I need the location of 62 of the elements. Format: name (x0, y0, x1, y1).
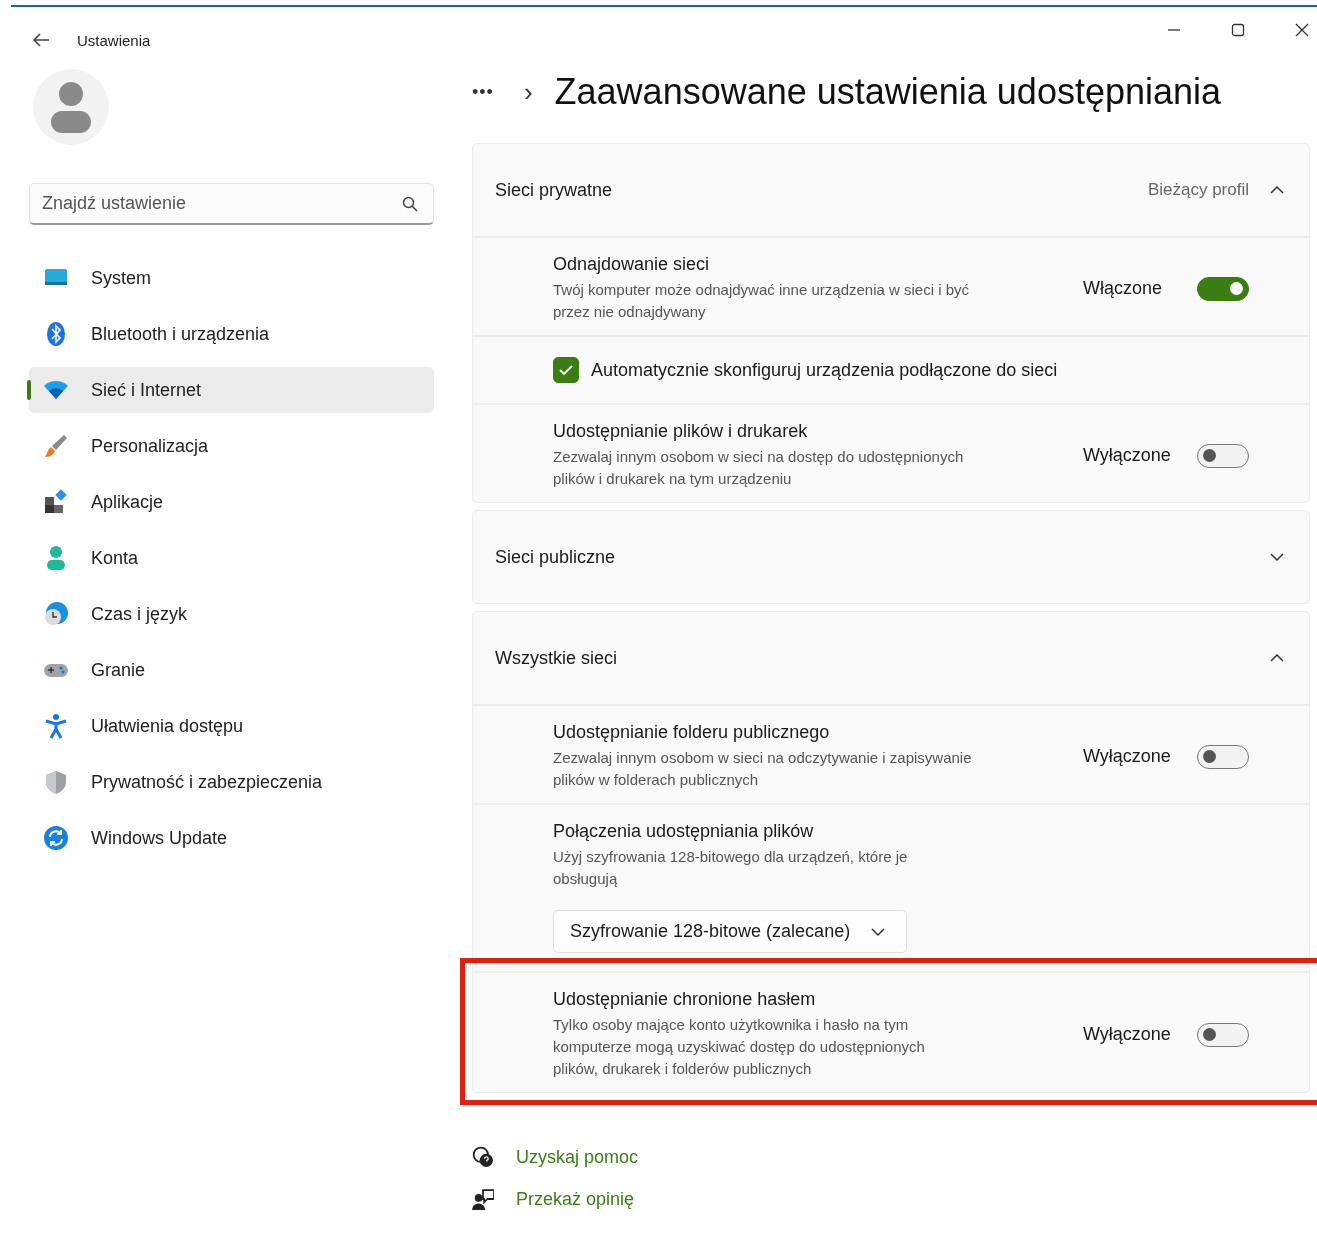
link[interactable]: Uzyskaj pomoc (516, 1146, 639, 1168)
person-icon (51, 81, 91, 133)
chevron-down-icon[interactable] (1269, 552, 1285, 562)
page-title: Zaawansowane ustawienia udostępniania (554, 71, 1222, 113)
state-label: Wyłączone (1083, 746, 1172, 767)
profile-label: Bieżący profil (1147, 180, 1249, 200)
caret-icon[interactable] (870, 926, 887, 937)
feedback-icon (472, 1188, 494, 1210)
section-header[interactable]: Sieci prywatne Bieżący profil (473, 144, 1309, 236)
setting-description: Zezwalaj innym osobom w sieci na dostęp do udostępnionych plików i drukarek na tym urządzeniu (553, 447, 965, 489)
sync-icon (43, 825, 69, 851)
sidebar-item[interactable]: Ułatwienia dostępu (29, 703, 434, 749)
setting-title: Udostępnianie folderu publicznego (553, 722, 831, 743)
apps-icon (43, 489, 69, 515)
toggle-switch[interactable] (1197, 744, 1249, 769)
setting-description: Twój komputer może odnajdywać inne urządzenia w sieci i być przez nie odnajdywany (553, 280, 971, 322)
setting-description: Zezwalaj innym osobom w sieci na odczytywanie i zapisywanie plików w folderach publicznych (553, 748, 973, 790)
search-icon (402, 196, 418, 212)
sidebar-item[interactable]: Konta (29, 535, 434, 581)
selection-indicator (27, 380, 31, 400)
search-field[interactable]: Znajdź ustawienie (29, 183, 434, 225)
checkbox[interactable] (553, 357, 579, 383)
sidebar-item[interactable]: Personalizacja (29, 423, 434, 469)
checkbox-label: Automatycznie skonfiguruj urządzenia podłączone do sieci (591, 359, 1058, 381)
setting-title: Udostępnianie chronione hasłem (553, 989, 817, 1010)
state-label: Włączone (1083, 278, 1164, 299)
setting-title: Udostępnianie plików i drukarek (553, 421, 809, 442)
state-label: Wyłączone (1083, 445, 1172, 466)
sidebar-item[interactable]: System (29, 255, 434, 301)
toggle-switch[interactable] (1197, 276, 1249, 301)
shield-icon (43, 769, 69, 795)
breadcrumb-more[interactable]: ••• (472, 81, 494, 103)
chevron-up-icon[interactable] (1269, 185, 1285, 195)
sidebar-item[interactable]: Czas i język (29, 591, 434, 637)
globe-clock-icon (43, 601, 69, 627)
setting-description: Tylko osoby mające konto użytkownika i hasło na tym komputerze mogą uzyskiwać dostęp do udostępnionych plików, drukarek i folderów publicznych (553, 1015, 926, 1079)
help-icon (472, 1146, 494, 1168)
back-arrow-icon[interactable] (31, 32, 51, 48)
section-header[interactable]: Sieci publiczne (473, 511, 1309, 603)
window-title: Ustawienia (77, 31, 151, 49)
sidebar-item[interactable]: Sieć i Internet (29, 367, 434, 413)
state-label: Wyłączone (1083, 1024, 1172, 1045)
sidebar-item[interactable]: Bluetooth i urządzenia (29, 311, 434, 357)
sidebar-item[interactable]: Granie (29, 647, 434, 693)
setting-title: Połączenia udostępniania plików (553, 821, 815, 842)
toggle-switch[interactable] (1197, 443, 1249, 468)
setting-description: Użyj szyfrowania 128-bitowego dla urządzeń, które je obsługują (553, 847, 909, 889)
toggle-switch[interactable] (1197, 1022, 1249, 1047)
sidebar-item[interactable]: Windows Update (29, 815, 434, 861)
close-icon[interactable] (1295, 23, 1309, 37)
section-header[interactable]: Wszystkie sieci (473, 612, 1309, 704)
dropdown[interactable]: Szyfrowanie 128-bitowe (zalecane) (553, 910, 908, 953)
brush-icon (43, 433, 69, 459)
accessibility-icon (43, 713, 69, 739)
chevron-up-icon[interactable] (1269, 653, 1285, 663)
maximize-icon[interactable] (1231, 23, 1245, 37)
setting-title: Odnajdowanie sieci (553, 254, 711, 275)
link[interactable]: Przekaż opinię (516, 1188, 635, 1210)
check-icon (559, 364, 573, 376)
sidebar-item[interactable]: Prywatność i zabezpieczenia (29, 759, 434, 805)
breadcrumb-separator: › (523, 76, 533, 108)
sidebar-item[interactable]: Aplikacje (29, 479, 434, 525)
